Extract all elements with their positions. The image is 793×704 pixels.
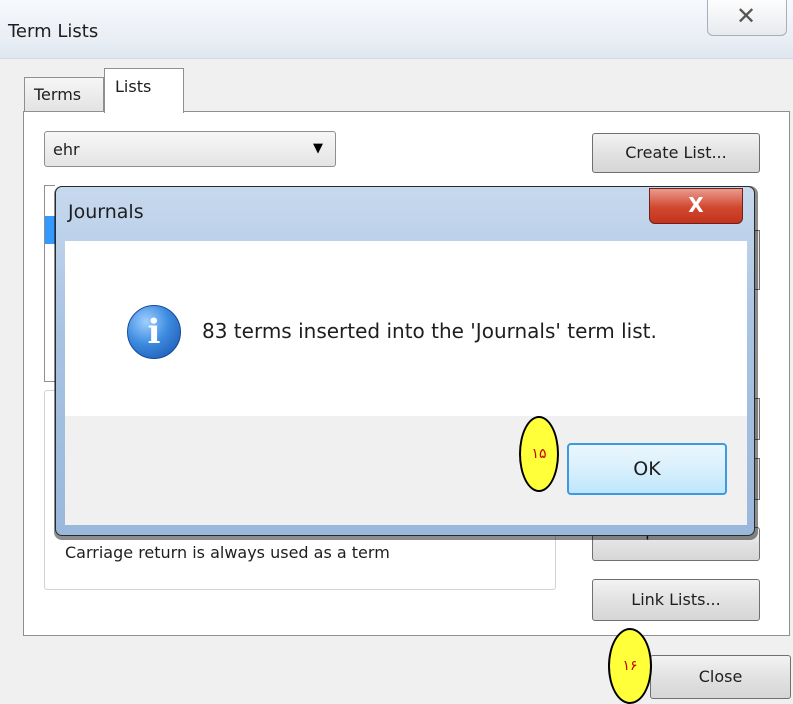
close-icon: X: [688, 193, 704, 217]
dialog-close-button[interactable]: X: [649, 188, 743, 224]
carriage-return-note: Carriage return is always used as a term: [65, 543, 390, 562]
close-icon: ✕: [736, 2, 757, 30]
dialog-body: i 83 terms inserted into the 'Journals' …: [65, 241, 747, 416]
window-title-bar: [0, 0, 793, 58]
list-selector-value: ehr: [53, 140, 80, 159]
step-marker-15: ۱۵: [519, 416, 559, 492]
step-marker-16: ۱۶: [608, 628, 652, 704]
window-close-button[interactable]: ✕: [707, 0, 787, 36]
title-divider: [0, 58, 793, 59]
window-title: Term Lists: [8, 21, 99, 42]
tab-lists[interactable]: Lists: [104, 68, 184, 113]
list-selector[interactable]: ehr ▼: [44, 131, 336, 167]
tab-terms[interactable]: Terms: [24, 77, 104, 111]
dialog-message: 83 terms inserted into the 'Journals' te…: [202, 319, 657, 343]
link-lists-button[interactable]: Link Lists...: [592, 579, 760, 621]
information-icon: i: [127, 305, 181, 359]
create-list-button[interactable]: Create List...: [592, 133, 760, 173]
chevron-down-icon: ▼: [313, 141, 323, 156]
ok-button[interactable]: OK: [567, 443, 727, 495]
close-button[interactable]: Close: [650, 655, 791, 699]
tab-lists-label: Lists: [115, 77, 152, 96]
dialog-title: Journals: [68, 201, 144, 223]
tab-terms-label: Terms: [34, 85, 82, 104]
